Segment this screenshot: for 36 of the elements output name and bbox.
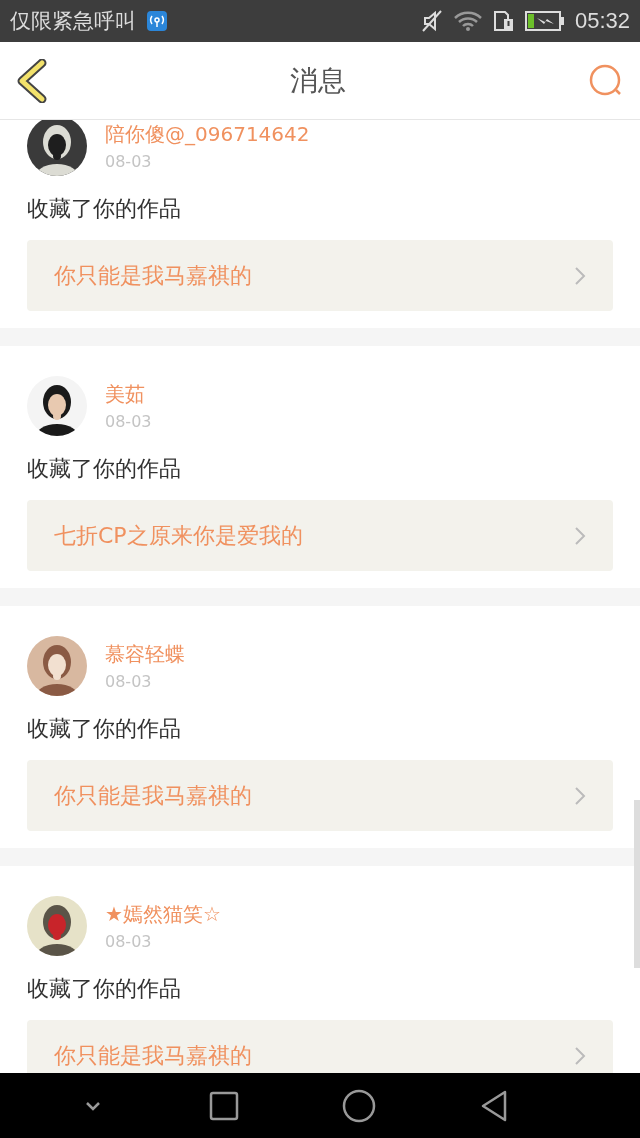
chevron-right-icon (573, 524, 587, 547)
user-name[interactable]: 慕容轻蝶 (105, 641, 185, 668)
message-date: 08-03 (105, 412, 152, 431)
work-link[interactable]: 你只能是我马嘉祺的 (27, 1020, 613, 1073)
chevron-right-icon (573, 264, 587, 287)
message-date: 08-03 (105, 932, 153, 951)
work-title: 七折CP之原来你是爱我的 (54, 521, 303, 550)
mute-icon (420, 9, 443, 33)
work-title: 你只能是我马嘉祺的 (54, 1041, 252, 1070)
clock-text: 05:32 (574, 8, 630, 34)
page-title: 消息 (290, 62, 346, 99)
action-text: 收藏了你的作品 (27, 975, 182, 1003)
action-text: 收藏了你的作品 (27, 455, 182, 483)
action-text: 收藏了你的作品 (27, 715, 182, 743)
sim-icon (492, 9, 515, 33)
work-title: 你只能是我马嘉祺的 (54, 781, 252, 810)
recent-apps-icon[interactable] (207, 1089, 240, 1122)
hotspot-icon (146, 10, 168, 32)
chevron-right-icon (573, 1044, 587, 1067)
home-icon[interactable] (342, 1088, 377, 1123)
user-name[interactable]: ★嫣然猫笑☆ (105, 901, 221, 928)
back-button[interactable] (16, 58, 48, 103)
wifi-icon (452, 10, 483, 32)
work-link[interactable]: 七折CP之原来你是爱我的 (27, 500, 613, 571)
battery-icon (524, 10, 565, 32)
carrier-text: 仅限紧急呼叫 (10, 8, 136, 35)
user-name[interactable]: 美茹 (105, 381, 152, 408)
action-text: 收藏了你的作品 (27, 195, 182, 223)
chevron-left-icon (16, 58, 48, 103)
message-date: 08-03 (105, 152, 153, 171)
work-link[interactable]: 你只能是我马嘉祺的 (27, 240, 613, 311)
message-date: 08-03 (105, 672, 153, 691)
chevron-right-icon (573, 784, 587, 807)
work-link[interactable]: 你只能是我马嘉祺的 (27, 760, 613, 831)
user-name[interactable]: 陪你傻@_096714642 (105, 121, 310, 148)
work-title: 你只能是我马嘉祺的 (54, 261, 252, 290)
